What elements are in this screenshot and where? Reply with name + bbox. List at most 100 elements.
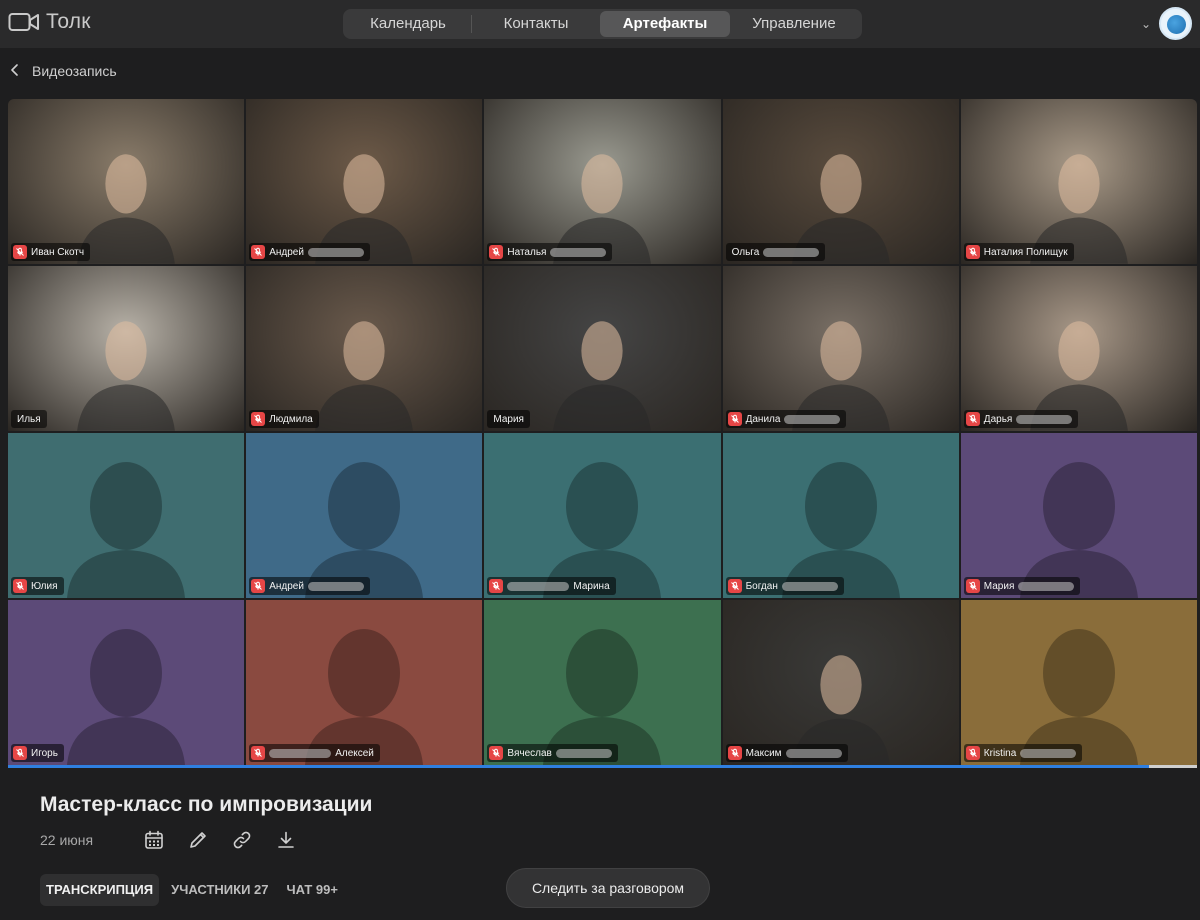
redacted-text [307, 247, 364, 257]
participant-name: Игорь [31, 747, 58, 759]
participant-name-chip: Людмила [249, 410, 319, 428]
participant-name: Данила [745, 413, 781, 425]
redacted-text [507, 581, 570, 591]
participant-tile[interactable]: Юлия [8, 433, 245, 598]
playback-progress[interactable] [8, 765, 1197, 768]
participant-name: Кristina [983, 747, 1017, 759]
participant-name: Мария [493, 413, 524, 425]
participant-tile[interactable]: Мария [484, 266, 721, 431]
participant-video-figure [548, 302, 657, 431]
calendar-icon[interactable] [132, 827, 176, 853]
redacted-text [784, 414, 841, 424]
recording-title: Мастер-класс по импровизации [40, 793, 373, 816]
back-label[interactable]: Видеозапись [32, 63, 117, 79]
mic-off-icon [727, 579, 742, 593]
participant-name-chip: Юлия [11, 577, 64, 595]
chevron-left-icon[interactable] [10, 63, 24, 79]
participant-name-chip: Мария [963, 577, 1081, 595]
tab-participants[interactable]: УЧАСТНИКИ 27 [165, 874, 274, 906]
follow-conversation-button[interactable]: Следить за разговором [506, 868, 710, 908]
participant-name-chip: Андрей [249, 243, 370, 261]
participant-name: Наталия Полищук [983, 246, 1068, 258]
participant-tile[interactable]: Иван Скотч [8, 99, 245, 264]
participant-name-chip: Ольга [725, 243, 826, 261]
participant-name-chip: Максим [725, 744, 848, 762]
mic-off-icon [251, 412, 266, 426]
account-menu[interactable]: ⌄ [1141, 7, 1192, 40]
tab-artifacts[interactable]: Артефакты [600, 11, 730, 37]
redacted-text [1018, 581, 1075, 591]
participant-tile[interactable]: Дарья [960, 266, 1197, 431]
breadcrumb[interactable]: Видеозапись [10, 63, 117, 79]
participant-name-chip: Илья [11, 410, 47, 428]
participant-name-chip: Андрей [249, 577, 370, 595]
camera-icon [8, 11, 40, 33]
participant-tile[interactable]: Наталия Полищук [960, 99, 1197, 264]
participant-name: Иван Скотч [31, 246, 85, 258]
mic-off-icon [965, 245, 980, 259]
redacted-text [269, 748, 332, 758]
participant-tile[interactable]: Максим [722, 600, 959, 765]
redacted-text [1020, 748, 1077, 758]
avatar-placeholder-icon [67, 454, 186, 598]
tab-calendar[interactable]: Календарь [345, 11, 471, 37]
avatar[interactable] [1159, 7, 1192, 40]
participant-tile[interactable]: Андрей [246, 99, 483, 264]
mic-off-icon [489, 579, 504, 593]
download-icon[interactable] [264, 827, 308, 853]
participant-name: Марина [573, 580, 610, 592]
redacted-text [555, 748, 612, 758]
app-name: Толк [46, 10, 91, 33]
mic-off-icon [489, 245, 504, 259]
avatar-placeholder-icon [67, 621, 186, 765]
participant-name-chip: Богдан [725, 577, 844, 595]
participant-name: Алексей [335, 747, 374, 759]
participant-name-chip: Кristina [963, 744, 1083, 762]
participant-name: Мария [983, 580, 1015, 592]
app-logo[interactable]: Толк [8, 10, 91, 34]
participant-tile[interactable]: Илья [8, 266, 245, 431]
tab-transcript[interactable]: ТРАНСКРИПЦИЯ [40, 874, 160, 906]
participant-tile[interactable]: Марина [484, 433, 721, 598]
participant-tile[interactable]: Игорь [8, 600, 245, 765]
participant-tile[interactable]: Наталья [484, 99, 721, 264]
participant-grid: Иван Скотч Андрей Наталья Ольга Наталия Поли… [8, 99, 1197, 765]
mic-off-icon [965, 579, 980, 593]
participant-name: Богдан [745, 580, 778, 592]
redacted-text [781, 581, 838, 591]
participant-name: Илья [17, 413, 41, 425]
participant-tile[interactable]: Алексей [246, 600, 483, 765]
mic-off-icon [251, 579, 266, 593]
tab-management[interactable]: Управление [730, 11, 858, 37]
chevron-down-icon[interactable]: ⌄ [1141, 17, 1151, 31]
mic-off-icon [727, 412, 742, 426]
mic-off-icon [965, 746, 980, 760]
participant-tile[interactable]: Ольга [722, 99, 959, 264]
participant-tile[interactable]: Мария [960, 433, 1197, 598]
redacted-text [1016, 414, 1073, 424]
participant-name: Наталья [507, 246, 547, 258]
participant-tile[interactable]: Вячеслав [484, 600, 721, 765]
participant-name-chip: Иван Скотч [11, 243, 91, 261]
participant-name-chip: Вячеслав [487, 744, 618, 762]
recording-date: 22 июня [40, 832, 94, 848]
participant-name: Дарья [983, 413, 1013, 425]
link-icon[interactable] [220, 827, 264, 853]
participant-tile[interactable]: Андрей [246, 433, 483, 598]
participant-name: Вячеслав [507, 747, 552, 759]
participant-tile[interactable]: Людмила [246, 266, 483, 431]
redacted-text [763, 247, 820, 257]
participant-name-chip: Игорь [11, 744, 64, 762]
participant-tile[interactable]: Кristina [960, 600, 1197, 765]
participant-name: Максим [745, 747, 782, 759]
participant-name-chip: Дарья [963, 410, 1079, 428]
participant-name: Андрей [269, 580, 304, 592]
participant-tile[interactable]: Данила [722, 266, 959, 431]
pencil-icon[interactable] [176, 827, 220, 853]
tab-chat[interactable]: ЧАТ 99+ [281, 874, 344, 906]
mic-off-icon [965, 412, 980, 426]
tab-contacts[interactable]: Контакты [472, 11, 600, 37]
recording-meta: 22 июня [40, 827, 308, 853]
participant-tile[interactable]: Богдан [722, 433, 959, 598]
participant-name-chip: Наталья [487, 243, 613, 261]
